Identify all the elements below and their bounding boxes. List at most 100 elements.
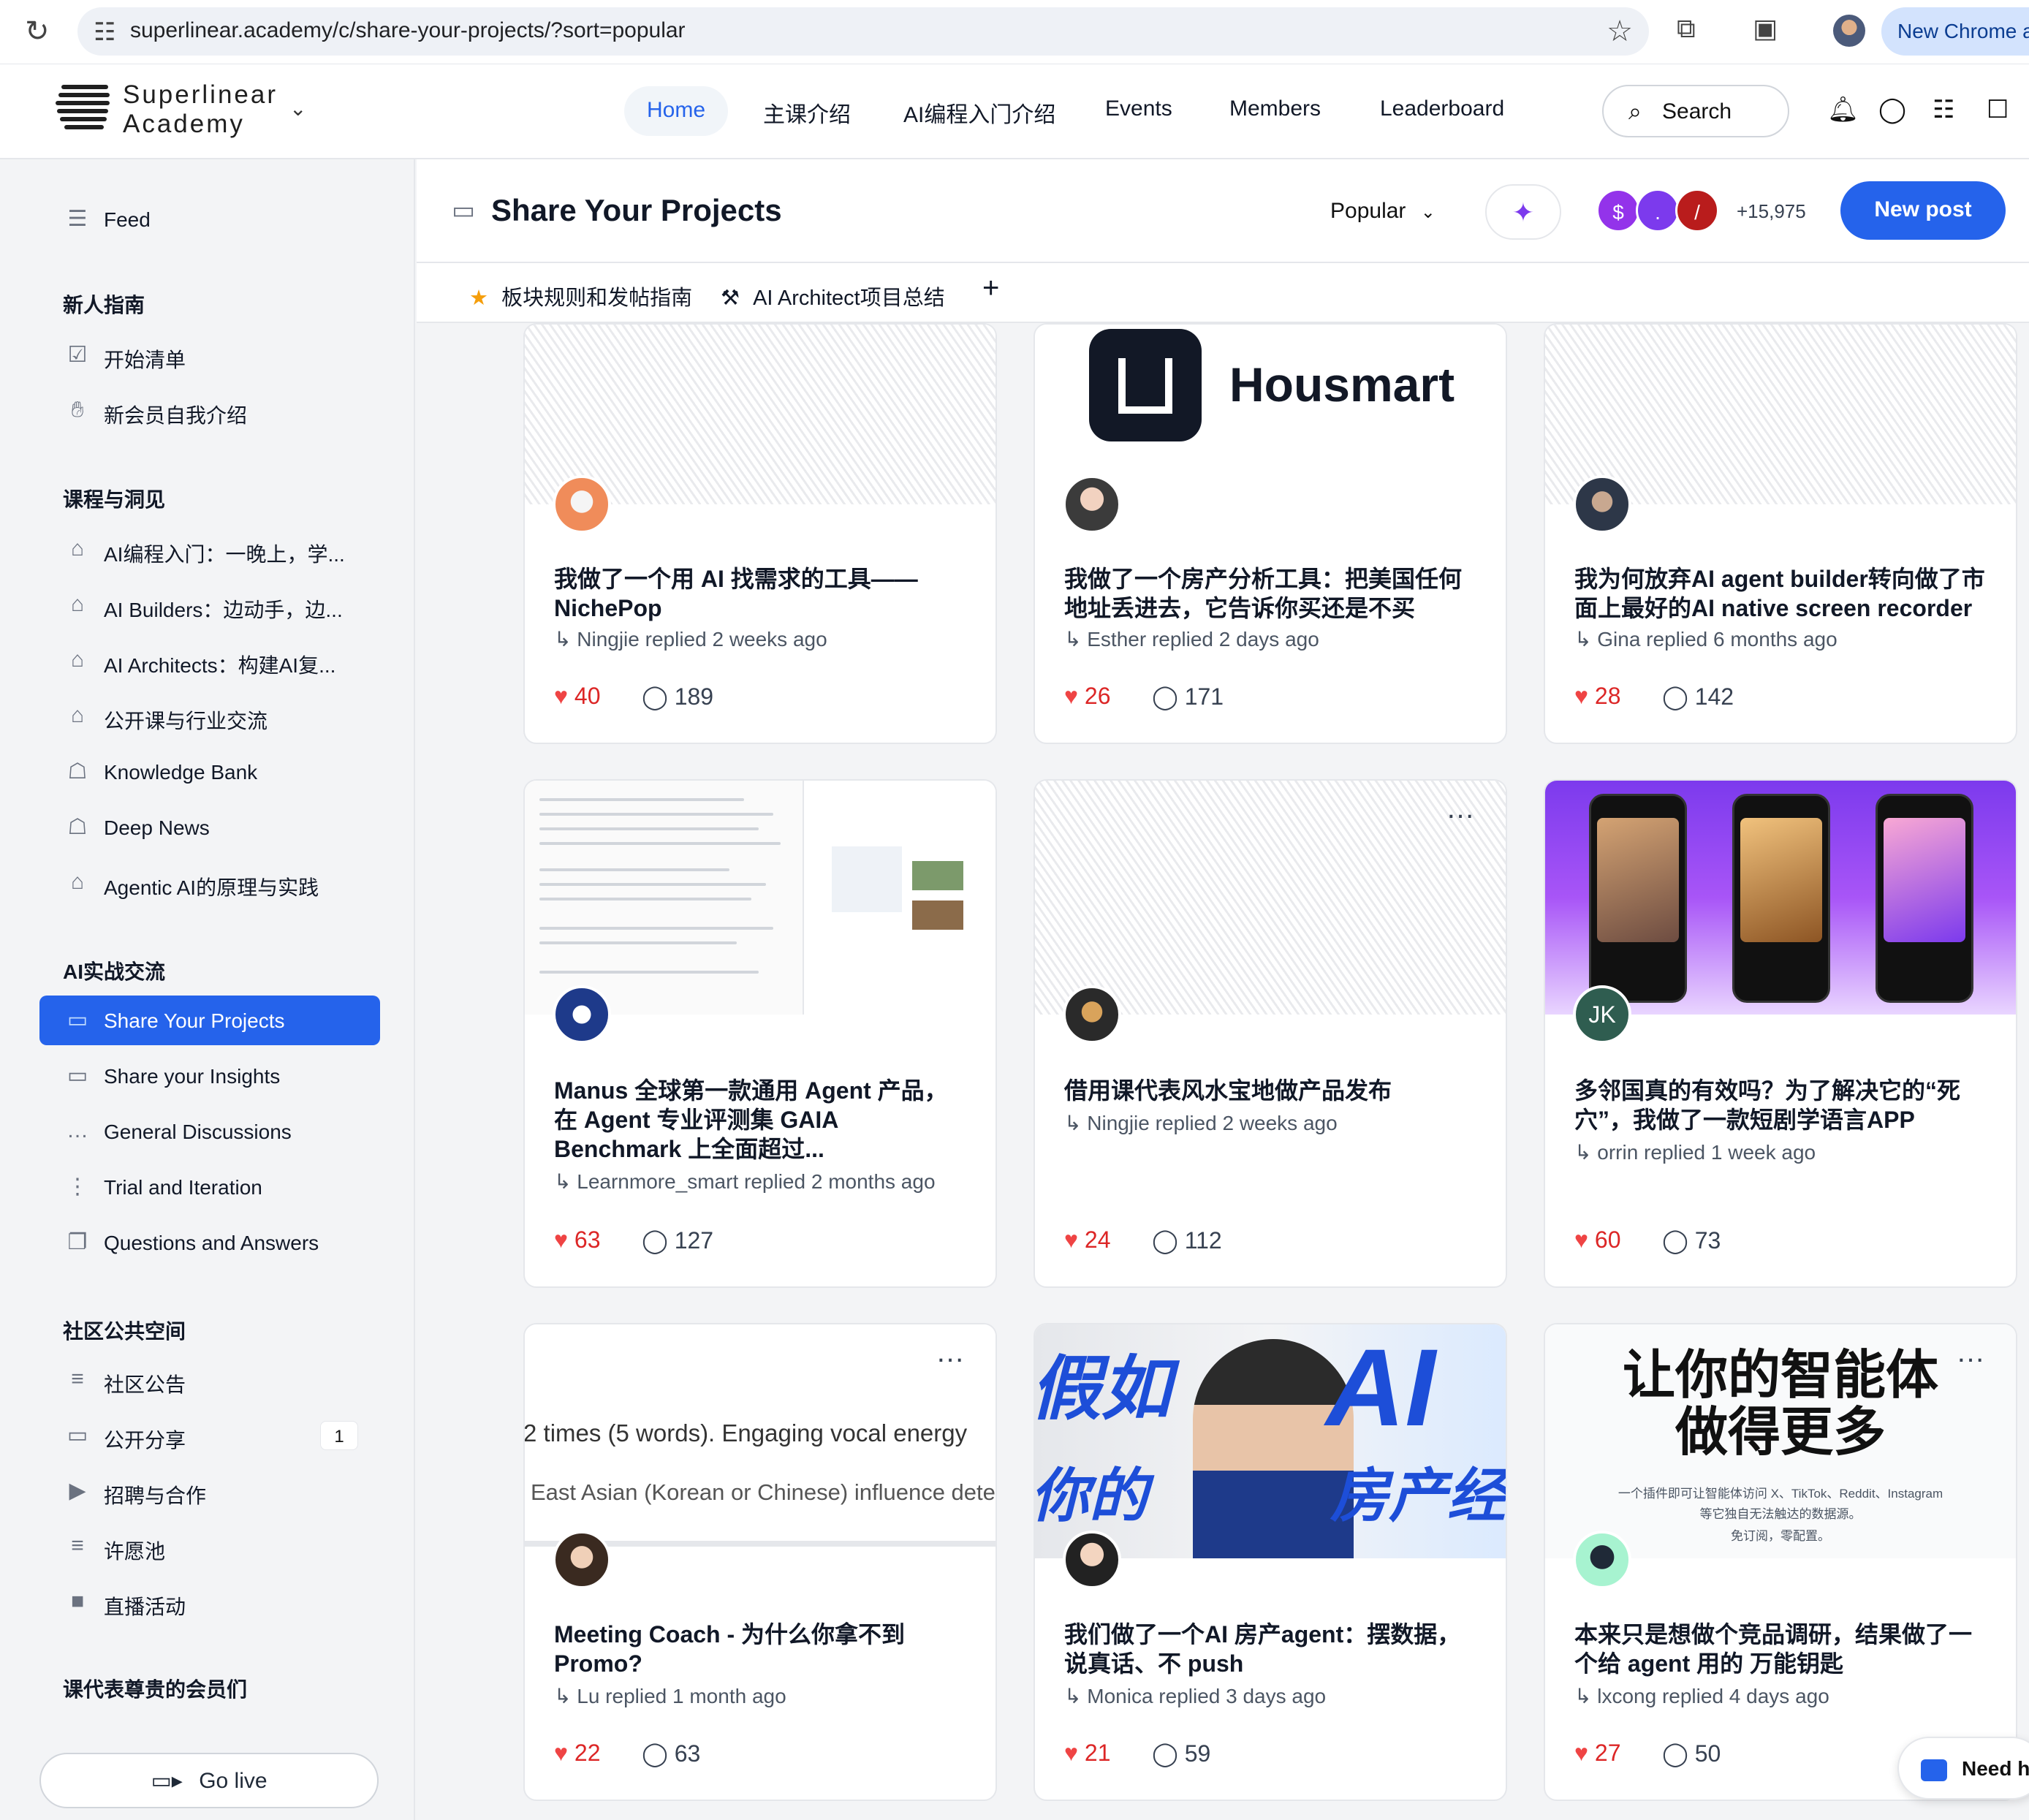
sidebar-item-feed[interactable]: ☰ Feed [39,194,380,244]
member-count[interactable]: +15,975 [1737,200,1806,223]
like-button[interactable]: ♥ 28 [1574,683,1620,710]
member-avatar[interactable]: / [1675,189,1719,232]
bookmark-star-icon[interactable]: ☆ [1607,15,1633,48]
more-options-icon[interactable]: … [1446,792,1476,825]
tab-ai-architect-summary[interactable]: ⚒ AI Architect项目总结 [721,281,945,311]
author-avatar[interactable] [1063,475,1121,534]
sidebar-section-title[interactable]: 课代表尊贵的会员们 [63,1674,247,1703]
author-avatar[interactable] [1063,985,1121,1044]
tab-guidelines[interactable]: ★ 板块规则和发帖指南 [469,281,692,311]
post-title[interactable]: Meeting Coach - 为什么你拿不到Promo? [554,1620,971,1678]
sidebar-item-live-events[interactable]: ■ 直播活动 [39,1577,380,1627]
author-avatar[interactable] [553,475,611,534]
reload-icon[interactable]: ↻ [25,15,50,48]
author-avatar[interactable] [1573,1531,1631,1589]
nav-members[interactable]: Members [1229,96,1321,121]
like-button[interactable]: ♥ 40 [554,683,600,710]
post-title[interactable]: 我为何放弃AI agent builder转向做了市面上最好的AI native… [1574,564,1991,623]
messages-icon[interactable]: ☷ [1933,95,1954,124]
sidebar-item-jobs[interactable]: ▶ 招聘与合作 [39,1466,380,1516]
extensions-icon[interactable]: ⧉ [1677,13,1696,45]
author-avatar[interactable] [1573,475,1631,534]
sidebar-item-open-classes[interactable]: ⌂ 公开课与行业交流 [39,691,380,741]
bookmark-icon[interactable]: ☐ [1987,95,2009,124]
comment-button[interactable]: ◯ 142 [1662,683,1734,710]
post-title[interactable]: 我做了一个房产分析工具：把美国任何地址丢进去，它告诉你买还是不买 [1064,564,1481,623]
author-avatar[interactable]: JK [1573,985,1631,1044]
post-card[interactable]: … 借用课代表风水宝地做产品发布 ↳ Ningjie replied 2 wee… [1034,779,1507,1288]
post-title[interactable]: 借用课代表风水宝地做产品发布 [1064,1076,1481,1105]
new-post-button[interactable]: New post [1840,181,2006,240]
sidebar-item-public-share[interactable]: ▭ 公开分享 1 [39,1411,380,1460]
superlinear-logo[interactable] [56,85,110,136]
post-card[interactable]: JK 多邻国真的有效吗？为了解决它的“死穴”，我做了一款短剧学语言APP ↳ o… [1544,779,2017,1288]
post-card[interactable]: 假如 你的 AI 房产经 我们做了一个AI 房产agent：摆数据，说真话、不 … [1034,1323,1507,1801]
sidebar-item-introductions[interactable]: ✋︎ 新会员自我介绍 [39,386,380,436]
comment-button[interactable]: ◯ 63 [642,1740,700,1767]
comment-button[interactable]: ◯ 189 [642,683,713,710]
sidebar-item-questions-and-answers[interactable]: ❐ Questions and Answers [39,1218,380,1267]
more-options-icon[interactable]: … [1956,1336,1987,1369]
nav-events[interactable]: Events [1105,96,1172,121]
post-title[interactable]: Manus 全球第一款通用 Agent 产品，在 Agent 专业评测集 GAI… [554,1076,971,1164]
comment-button[interactable]: ◯ 59 [1152,1740,1210,1767]
post-card[interactable]: 让你的智能体 做得更多 一个插件即可让智能体访问 X、TikTok、Reddit… [1544,1323,2017,1801]
post-card[interactable]: 我为何放弃AI agent builder转向做了市面上最好的AI native… [1544,323,2017,744]
sidebar-item-agentic-ai[interactable]: ⌂ Agentic AI的原理与实践 [39,858,380,908]
ai-sparkle-button[interactable]: ✦ [1485,184,1561,240]
comment-button[interactable]: ◯ 73 [1662,1226,1721,1254]
chevron-down-icon[interactable]: ⌄ [289,96,306,121]
sidebar-item-wishing-well[interactable]: ≡ 许愿池 [39,1522,380,1571]
like-button[interactable]: ♥ 63 [554,1226,600,1254]
sidebar-item-announcements[interactable]: ≡ 社区公告 [39,1355,380,1405]
new-chrome-button[interactable]: New Chrome a [1881,7,2029,56]
sidebar-item-ai-coding-intro[interactable]: ⌂ AI编程入门：一晚上，学... [39,525,380,575]
comment-button[interactable]: ◯ 171 [1152,683,1224,710]
author-avatar[interactable] [553,985,611,1044]
post-card[interactable]: Housmart 我做了一个房产分析工具：把美国任何地址丢进去，它告诉你买还是不… [1034,323,1507,744]
post-title[interactable]: 我做了一个用 AI 找需求的工具——NichePop [554,564,971,623]
post-title[interactable]: 我们做了一个AI 房产agent：摆数据，说真话、不 push [1064,1620,1481,1678]
nav-home[interactable]: Home [624,86,728,136]
bell-icon[interactable]: 🔔︎ [1827,95,1859,124]
search-button[interactable]: ⌕ Search [1602,85,1789,137]
nav-leaderboard[interactable]: Leaderboard [1380,96,1504,121]
like-button[interactable]: ♥ 24 [1064,1226,1110,1254]
like-button[interactable]: ♥ 27 [1574,1740,1620,1767]
sidebar-item-knowledge-bank[interactable]: ☖ Knowledge Bank [39,747,380,797]
member-avatar[interactable]: $ [1596,189,1640,232]
sidebar-item-share-your-projects[interactable]: ▭ Share Your Projects [39,996,380,1045]
comment-button[interactable]: ◯ 127 [642,1226,713,1254]
sidebar-item-ai-builders[interactable]: ⌂ AI Builders：边动手，边... [39,580,380,630]
chat-bubble-icon[interactable]: ◯ [1878,95,1906,124]
sidebar-item-deep-news[interactable]: ☖ Deep News [39,803,380,852]
member-avatar[interactable]: . [1636,189,1680,232]
post-card[interactable]: Manus 全球第一款通用 Agent 产品，在 Agent 专业评测集 GAI… [523,779,997,1288]
post-card[interactable]: 2 times (5 words). Engaging vocal energy… [523,1323,997,1801]
like-button[interactable]: ♥ 60 [1574,1226,1620,1254]
nav-ai-coding-intro[interactable]: AI编程入门介绍 [903,96,1055,129]
go-live-button[interactable]: ▭▸ Go live [39,1753,379,1808]
sidebar-item-checklist[interactable]: ☑ 开始清单 [39,330,380,380]
like-button[interactable]: ♥ 21 [1064,1740,1110,1767]
media-router-icon[interactable]: ▣ [1753,13,1778,44]
post-title[interactable]: 本来只是想做个竞品调研，结果做了一个给 agent 用的 万能钥匙 [1574,1620,1991,1678]
sidebar-item-share-your-insights[interactable]: ▭ Share your Insights [39,1051,380,1101]
profile-avatar[interactable] [1833,15,1865,47]
brand-name-line1[interactable]: Superlinear [123,80,278,110]
sort-dropdown[interactable]: Popular ⌄ [1330,199,1436,224]
author-avatar[interactable] [1063,1531,1121,1589]
brand-name-line2[interactable]: Academy [123,110,245,139]
post-card[interactable]: 我做了一个用 AI 找需求的工具——NichePop ↳ Ningjie rep… [523,323,997,744]
like-button[interactable]: ♥ 26 [1064,683,1110,710]
more-options-icon[interactable]: … [936,1336,966,1369]
sidebar-item-ai-architects[interactable]: ⌂ AI Architects：构建AI复... [39,636,380,686]
address-bar[interactable]: ☷ superlinear.academy/c/share-your-proje… [77,7,1649,56]
sidebar-item-trial-and-iteration[interactable]: ⋮ Trial and Iteration [39,1162,380,1212]
nav-main-course[interactable]: 主课介绍 [763,96,851,129]
sidebar-item-general-discussions[interactable]: … General Discussions [39,1107,380,1156]
site-settings-icon[interactable]: ☷ [94,18,115,47]
need-help-button[interactable]: Need h [1897,1737,2029,1800]
comment-button[interactable]: ◯ 112 [1152,1226,1222,1254]
like-button[interactable]: ♥ 22 [554,1740,600,1767]
